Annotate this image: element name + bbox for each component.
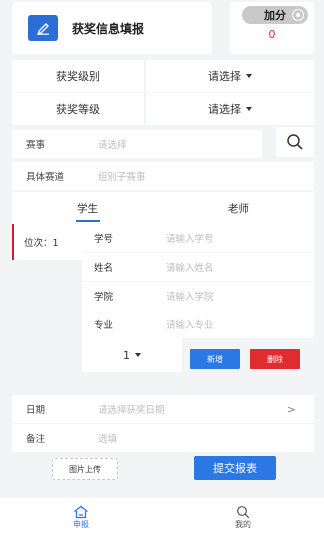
name-field[interactable]: 姓名 请输入姓名 bbox=[82, 253, 314, 281]
award-level-select[interactable]: 请选择 bbox=[146, 60, 314, 92]
chevron-right-icon: > bbox=[286, 402, 296, 416]
position-select[interactable]: 1 bbox=[82, 338, 182, 372]
student-id-field[interactable]: 学号 请输入学号 bbox=[82, 224, 314, 252]
award-grade-select[interactable]: 请选择 bbox=[146, 93, 314, 125]
award-level-value: 请选择 bbox=[208, 70, 241, 83]
remark-row[interactable]: 备注 选填 bbox=[12, 424, 314, 452]
award-level-label-text: 获奖级别 bbox=[56, 70, 100, 83]
date-placeholder: 请选择获奖日期 bbox=[98, 405, 165, 416]
field-label: 专业 bbox=[94, 320, 114, 331]
remark-label: 备注 bbox=[26, 434, 46, 445]
major-field[interactable]: 专业 请输入专业 bbox=[82, 310, 314, 338]
sub-event-row[interactable]: 具体赛道 组别子赛事 bbox=[12, 162, 314, 190]
score-value: 0 bbox=[268, 28, 276, 41]
role-tabs: 学生 老师 bbox=[12, 192, 314, 224]
field-label: 学号 bbox=[94, 234, 114, 245]
score-card: 加分 0 bbox=[230, 2, 314, 54]
bottom-tabbar: 申报 我的 bbox=[0, 498, 324, 537]
tabbar-item-declare[interactable]: 申报 bbox=[0, 498, 162, 537]
award-grade-value: 请选择 bbox=[208, 103, 241, 116]
event-label: 赛事 bbox=[26, 140, 46, 151]
tab-teacher[interactable]: 老师 bbox=[163, 192, 314, 224]
score-toggle-pill[interactable]: 加分 bbox=[242, 6, 308, 24]
event-placeholder: 请选择 bbox=[98, 140, 127, 151]
field-placeholder: 请输入姓名 bbox=[166, 263, 214, 274]
sub-event-label: 具体赛道 bbox=[26, 172, 65, 183]
tabbar-item-mine[interactable]: 我的 bbox=[162, 498, 324, 537]
caret-down-icon bbox=[246, 74, 252, 78]
toggle-icon bbox=[292, 9, 304, 21]
position-select-value: 1 bbox=[123, 348, 130, 362]
search-icon bbox=[237, 506, 250, 519]
delete-button[interactable]: 删除 bbox=[250, 349, 300, 369]
tab-student[interactable]: 学生 bbox=[12, 192, 163, 224]
search-icon bbox=[287, 134, 303, 150]
position-label: 位次：1 bbox=[12, 224, 82, 260]
submit-button[interactable]: 提交报表 bbox=[194, 456, 276, 480]
college-field[interactable]: 学院 请输入学院 bbox=[82, 282, 314, 310]
award-grade-label: 获奖等级 bbox=[12, 93, 144, 125]
sub-event-placeholder: 组别子赛事 bbox=[98, 172, 146, 183]
field-label: 姓名 bbox=[94, 263, 114, 274]
tabbar-label: 我的 bbox=[235, 520, 251, 529]
award-grade-label-text: 获奖等级 bbox=[56, 103, 100, 116]
remark-placeholder: 选填 bbox=[98, 434, 118, 445]
date-row[interactable]: 日期 请选择获奖日期 > bbox=[12, 395, 314, 423]
caret-down-icon bbox=[135, 353, 141, 357]
field-label: 学院 bbox=[94, 292, 114, 303]
tabbar-label: 申报 bbox=[73, 520, 89, 529]
search-button[interactable] bbox=[276, 127, 314, 157]
page-header: 获奖信息填报 bbox=[12, 2, 212, 54]
field-placeholder: 请输入学院 bbox=[166, 292, 214, 303]
home-icon bbox=[74, 505, 88, 519]
edit-icon bbox=[28, 15, 58, 41]
field-placeholder: 请输入学号 bbox=[166, 234, 214, 245]
date-label: 日期 bbox=[26, 405, 46, 416]
add-button[interactable]: 新增 bbox=[190, 349, 240, 369]
image-upload-button[interactable]: 图片上传 bbox=[52, 458, 118, 480]
caret-down-icon bbox=[246, 107, 252, 111]
event-row[interactable]: 赛事 请选择 bbox=[12, 130, 262, 158]
field-placeholder: 请输入专业 bbox=[166, 320, 214, 331]
award-level-label: 获奖级别 bbox=[12, 60, 144, 92]
score-label: 加分 bbox=[264, 9, 286, 22]
page-title: 获奖信息填报 bbox=[72, 21, 145, 36]
